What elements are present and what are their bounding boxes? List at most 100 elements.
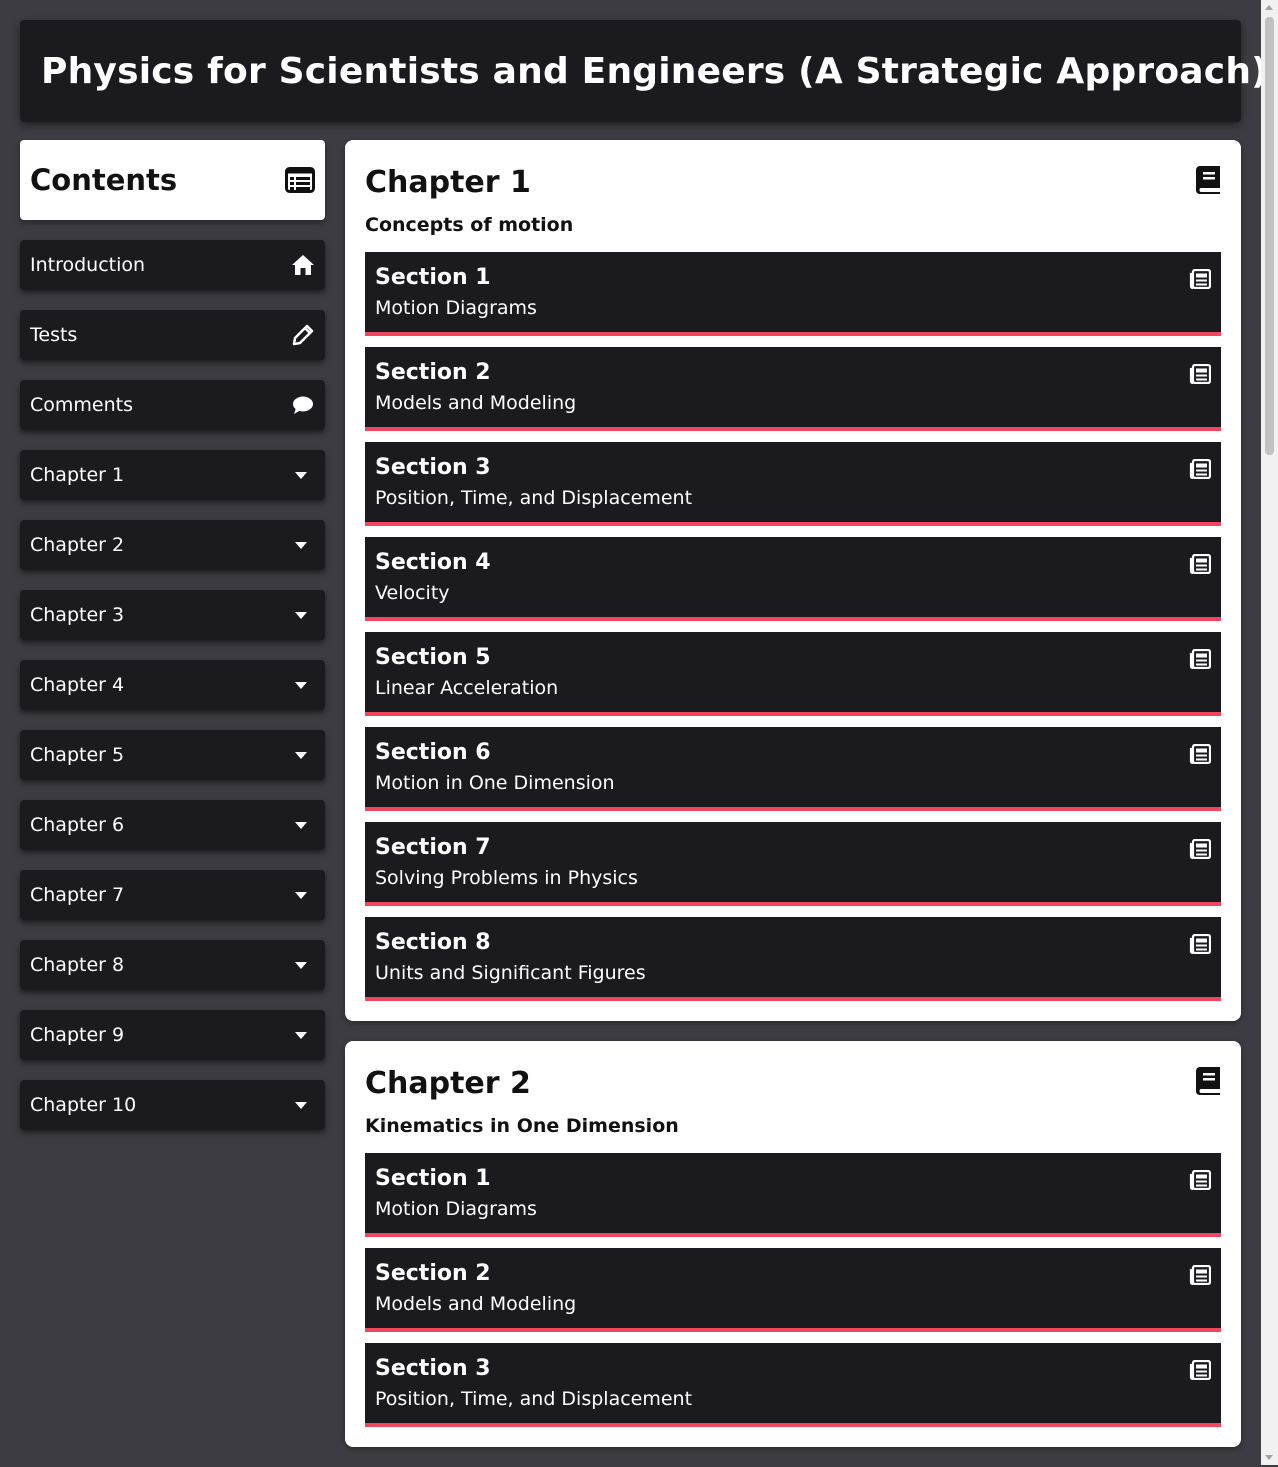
- chapter-header: Chapter 2: [365, 1041, 1221, 1103]
- section-item[interactable]: Section 2 Models and Modeling: [365, 347, 1221, 431]
- page-title: Physics for Scientists and Engineers (A …: [41, 50, 1268, 92]
- sidebar-item-label: Chapter 3: [30, 604, 125, 626]
- newspaper-icon: [1189, 933, 1212, 955]
- section-name: Velocity: [375, 582, 450, 604]
- sidebar-item-label: Chapter 1: [30, 464, 125, 486]
- newspaper-icon: [1189, 648, 1212, 670]
- section-title: Section 3: [375, 1356, 491, 1381]
- newspaper-icon: [1189, 268, 1212, 290]
- contents-header: Contents: [20, 140, 325, 220]
- scrollbar-thumb[interactable]: [1265, 17, 1274, 455]
- section-name: Models and Modeling: [375, 392, 577, 414]
- sidebar-item-chapter-7[interactable]: Chapter 7: [20, 870, 325, 920]
- section-title: Section 2: [375, 1261, 491, 1286]
- newspaper-icon: [1189, 553, 1212, 575]
- caret-down-icon: [291, 1093, 315, 1117]
- newspaper-icon: [1189, 1264, 1212, 1286]
- sidebar-item-chapter-5[interactable]: Chapter 5: [20, 730, 325, 780]
- caret-down-icon: [291, 603, 315, 627]
- caret-down-icon: [291, 533, 315, 557]
- section-item[interactable]: Section 3 Position, Time, and Displacemen…: [365, 1343, 1221, 1427]
- scrollbar[interactable]: [1261, 0, 1278, 1465]
- scroll-down-arrow-icon[interactable]: [1265, 1455, 1273, 1460]
- sidebar-nav: Introduction Tests Comments Chapter 1 Chapte…: [20, 240, 325, 1130]
- section-name: Motion in One Dimension: [375, 772, 615, 794]
- chapter-title: Chapter 2: [365, 1065, 531, 1101]
- main-content: Chapter 1 Concepts of motion Section 1 Moti…: [345, 140, 1241, 1467]
- section-item[interactable]: Section 3 Position, Time, and Displacemen…: [365, 442, 1221, 526]
- section-item[interactable]: Section 6 Motion in One Dimension: [365, 727, 1221, 811]
- contents-title: Contents: [30, 163, 178, 197]
- sidebar-item-chapter-9[interactable]: Chapter 9: [20, 1010, 325, 1060]
- sidebar-item-label: Chapter 4: [30, 674, 125, 696]
- sidebar-item-chapter-4[interactable]: Chapter 4: [20, 660, 325, 710]
- caret-down-icon: [291, 883, 315, 907]
- sidebar-item-label: Chapter 10: [30, 1094, 137, 1116]
- caret-down-icon: [291, 953, 315, 977]
- sidebar-item-tests[interactable]: Tests: [20, 310, 325, 360]
- section-title: Section 7: [375, 835, 491, 860]
- newspaper-icon: [1189, 363, 1212, 385]
- sidebar-item-label: Comments: [30, 394, 133, 416]
- chapter-card: Chapter 1 Concepts of motion Section 1 Moti…: [345, 140, 1241, 1021]
- section-title: Section 5: [375, 645, 491, 670]
- sidebar-item-label: Chapter 7: [30, 884, 125, 906]
- scroll-up-arrow-icon[interactable]: [1265, 5, 1273, 10]
- caret-down-icon: [291, 673, 315, 697]
- section-name: Solving Problems in Physics: [375, 867, 638, 889]
- section-list: Section 1 Motion Diagrams Section 2 Models …: [365, 1153, 1221, 1427]
- sidebar: Contents Introduction Tests Comments Chapte…: [20, 140, 325, 1130]
- sidebar-item-chapter-1[interactable]: Chapter 1: [20, 450, 325, 500]
- section-item[interactable]: Section 5 Linear Acceleration: [365, 632, 1221, 716]
- caret-down-icon: [291, 813, 315, 837]
- section-title: Section 4: [375, 550, 491, 575]
- section-item[interactable]: Section 8 Units and Significant Figures: [365, 917, 1221, 1001]
- section-name: Models and Modeling: [375, 1293, 577, 1315]
- header-bar: Physics for Scientists and Engineers (A …: [20, 20, 1268, 122]
- book-icon: [1195, 165, 1221, 199]
- chapter-title: Chapter 1: [365, 164, 531, 200]
- section-title: Section 2: [375, 360, 491, 385]
- sidebar-item-chapter-3[interactable]: Chapter 3: [20, 590, 325, 640]
- section-title: Section 8: [375, 930, 491, 955]
- newspaper-icon: [1189, 1169, 1212, 1191]
- section-title: Section 6: [375, 740, 491, 765]
- sidebar-item-label: Chapter 2: [30, 534, 125, 556]
- sidebar-item-chapter-10[interactable]: Chapter 10: [20, 1080, 325, 1130]
- caret-down-icon: [291, 463, 315, 487]
- section-name: Position, Time, and Displacement: [375, 487, 693, 509]
- sidebar-item-label: Chapter 6: [30, 814, 125, 836]
- section-title: Section 1: [375, 1166, 491, 1191]
- section-item[interactable]: Section 1 Motion Diagrams: [365, 252, 1221, 336]
- section-item[interactable]: Section 2 Models and Modeling: [365, 1248, 1221, 1332]
- section-item[interactable]: Section 1 Motion Diagrams: [365, 1153, 1221, 1237]
- page: Physics for Scientists and Engineers (A …: [20, 20, 1268, 1447]
- pencil-icon: [291, 323, 315, 347]
- sidebar-item-chapter-2[interactable]: Chapter 2: [20, 520, 325, 570]
- sidebar-item-label: Tests: [30, 324, 78, 346]
- section-item[interactable]: Section 4 Velocity: [365, 537, 1221, 621]
- newspaper-icon: [1189, 458, 1212, 480]
- sidebar-item-label: Introduction: [30, 254, 146, 276]
- section-item[interactable]: Section 7 Solving Problems in Physics: [365, 822, 1221, 906]
- newspaper-icon: [1189, 743, 1212, 765]
- sidebar-item-chapter-6[interactable]: Chapter 6: [20, 800, 325, 850]
- home-icon: [291, 253, 315, 277]
- newspaper-icon: [1189, 1359, 1212, 1381]
- book-icon: [1195, 1066, 1221, 1100]
- section-name: Units and Significant Figures: [375, 962, 646, 984]
- caret-down-icon: [291, 743, 315, 767]
- sidebar-item-introduction[interactable]: Introduction: [20, 240, 325, 290]
- sidebar-item-label: Chapter 5: [30, 744, 125, 766]
- section-name: Motion Diagrams: [375, 297, 537, 319]
- comment-icon: [291, 393, 315, 417]
- sidebar-item-label: Chapter 9: [30, 1024, 125, 1046]
- sidebar-item-label: Chapter 8: [30, 954, 125, 976]
- section-title: Section 1: [375, 265, 491, 290]
- sidebar-item-chapter-8[interactable]: Chapter 8: [20, 940, 325, 990]
- section-name: Position, Time, and Displacement: [375, 1388, 693, 1410]
- table-list-icon: [285, 167, 315, 193]
- chapter-subtitle: Kinematics in One Dimension: [365, 1115, 679, 1137]
- sidebar-item-comments[interactable]: Comments: [20, 380, 325, 430]
- newspaper-icon: [1189, 838, 1212, 860]
